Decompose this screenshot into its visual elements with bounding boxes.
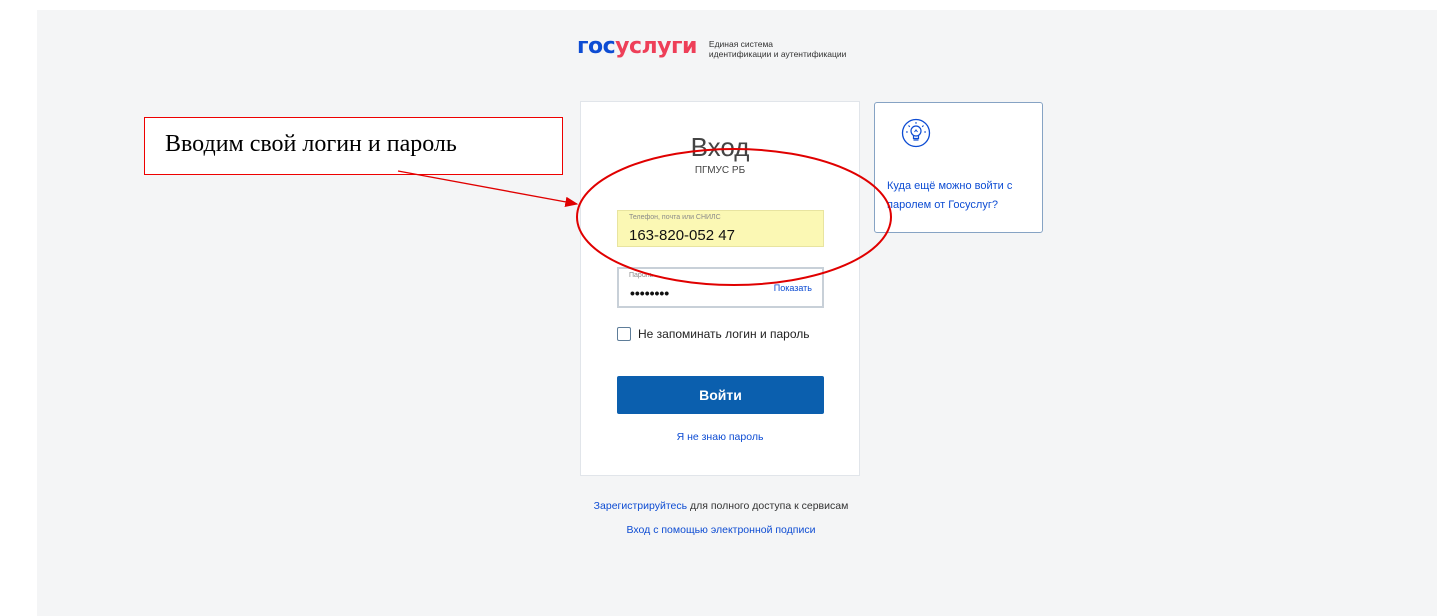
password-field[interactable]: Пароль •••••••• Показать [617,267,824,308]
login-field-label: Телефон, почта или СНИЛС [629,214,721,221]
annotation-callout: Вводим свой логин и пароль [144,117,563,175]
forgot-password-link[interactable]: Я не знаю пароль [581,431,859,443]
login-subtitle: ПГМУС РБ [694,165,746,176]
register-line: Зарегистрируйтесь для полного доступа к … [0,500,1437,512]
hint-card[interactable]: Куда ещё можно войти с паролем от Госусл… [874,102,1043,233]
logo-subtitle-line2: идентификации и аутентификации [708,49,847,59]
login-title: Вход [690,132,750,162]
login-card: Вход ПГМУС РБ Телефон, почта или СНИЛС 1… [580,101,860,476]
logo-wordmark: госуслуги [577,36,697,58]
lightbulb-icon [901,118,931,148]
logo-part-gos: гос [577,34,616,59]
annotation-text: Вводим свой логин и пароль [165,131,457,157]
login-field[interactable]: Телефон, почта или СНИЛС 163-820-052 47 [617,210,824,247]
show-password-link[interactable]: Показать [774,283,812,293]
logo-subtitle: Единая система идентификации и аутентифи… [709,39,846,59]
gosuslugi-logo[interactable]: госуслуги Единая система идентификации и… [577,36,846,60]
password-field-label: Пароль [629,272,654,279]
register-rest: для полного доступа к сервисам [687,500,849,512]
esign-login-link[interactable]: Вход с помощью электронной подписи [0,524,1437,536]
remember-checkbox[interactable] [617,327,631,341]
logo-part-uslugi: услуги [615,34,697,59]
hint-link[interactable]: Куда ещё можно войти с паролем от Госусл… [887,177,1037,215]
login-field-value[interactable]: 163-820-052 47 [629,227,735,244]
remember-option[interactable]: Не запоминать логин и пароль [617,327,810,341]
logo-subtitle-line1: Единая система [708,39,774,49]
register-link[interactable]: Зарегистрируйтесь [594,500,687,512]
remember-label[interactable]: Не запоминать логин и пароль [638,327,810,341]
password-field-value[interactable]: •••••••• [630,285,669,301]
login-button[interactable]: Войти [617,376,824,414]
